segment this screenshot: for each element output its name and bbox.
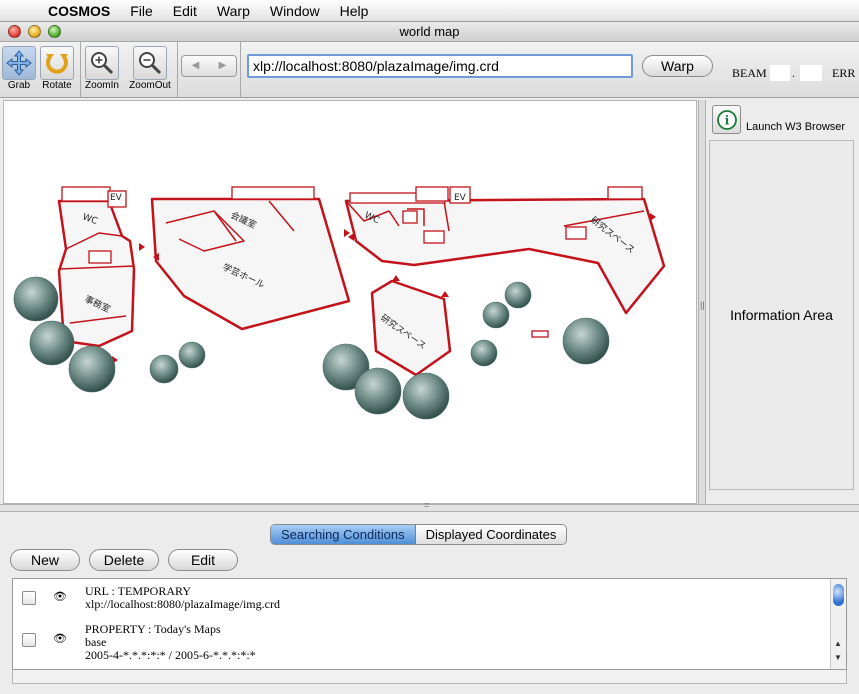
list-item[interactable]: 👁 URL : TEMPORARY xlp://localhost:8080/p… xyxy=(13,585,831,619)
list-item[interactable]: 👁 PROPERTY : Today's Maps base 2005-4-*.… xyxy=(13,621,831,665)
zoom-button[interactable] xyxy=(48,25,61,38)
launch-browser-button[interactable]: i xyxy=(712,105,741,134)
row-checkbox[interactable] xyxy=(22,591,36,605)
svg-text:i: i xyxy=(724,113,729,127)
history-nav: ◀ ▶ xyxy=(181,55,237,77)
map-label-ev1: EV xyxy=(110,193,123,203)
side-panel: i Launch W3 Browser Information Area xyxy=(707,100,857,512)
zoom-out-icon xyxy=(133,46,167,80)
row-checkbox[interactable] xyxy=(22,633,36,647)
eye-icon[interactable]: 👁 xyxy=(53,591,67,604)
information-area: Information Area xyxy=(709,140,854,490)
floor-map: EV EV WC WC 会議室 学芸ホール 研究スペース 事務室 研究スペース xyxy=(13,186,666,420)
menu-window[interactable]: Window xyxy=(260,3,330,19)
eye-icon[interactable]: 👁 xyxy=(53,633,67,646)
menu-warp[interactable]: Warp xyxy=(207,3,260,19)
menu-edit[interactable]: Edit xyxy=(163,3,207,19)
list-scrollbar[interactable]: ▲ ▼ xyxy=(830,579,846,669)
map-canvas[interactable]: EV EV WC WC 会議室 学芸ホール 研究スペース 事務室 研究スペース xyxy=(3,100,697,504)
grab-tool-button[interactable]: Grab xyxy=(2,46,36,91)
info-icon: i xyxy=(716,109,737,130)
conditions-list: 👁 URL : TEMPORARY xlp://localhost:8080/p… xyxy=(12,578,847,670)
zoom-in-icon xyxy=(85,46,119,80)
menu-bar: COSMOS File Edit Warp Window Help xyxy=(0,0,859,22)
menu-file[interactable]: File xyxy=(120,3,163,19)
menu-app-name[interactable]: COSMOS xyxy=(38,3,120,19)
forward-arrow-icon[interactable]: ▶ xyxy=(209,56,236,76)
minimize-button[interactable] xyxy=(28,25,41,38)
scroll-up-icon[interactable]: ▲ xyxy=(834,639,842,648)
row-date-range: 2005-4-*.*.*:*:* / 2005-6-*.*.*:*:* xyxy=(85,648,256,662)
toolbar: Grab Rotate ZoomIn ZoomOut ◀ ▶ xlp://loc… xyxy=(0,42,859,98)
launch-browser-label: Launch W3 Browser xyxy=(746,121,846,133)
beam-status: BEAM xyxy=(732,66,767,80)
rotate-tool-label: Rotate xyxy=(42,80,72,91)
beam-dot: . xyxy=(792,66,795,80)
rotate-icon xyxy=(40,46,74,80)
scroll-down-icon[interactable]: ▼ xyxy=(834,653,842,662)
information-area-label: Information Area xyxy=(730,307,833,323)
row-url: xlp://localhost:8080/plazaImage/img.crd xyxy=(85,597,280,611)
horizontal-splitter[interactable]: = xyxy=(0,500,859,512)
tab-searching-conditions[interactable]: Searching Conditions xyxy=(271,525,416,544)
bottom-tabs: Searching Conditions Displayed Coordinat… xyxy=(270,524,568,545)
vertical-splitter[interactable]: || xyxy=(698,100,706,512)
close-button[interactable] xyxy=(8,25,21,38)
warp-button[interactable]: Warp xyxy=(642,55,713,77)
title-bar: world map xyxy=(0,22,859,42)
delete-button[interactable]: Delete xyxy=(89,549,159,571)
zoomin-tool-button[interactable]: ZoomIn xyxy=(84,46,120,91)
zoomout-tool-label: ZoomOut xyxy=(129,80,171,91)
url-input[interactable]: xlp://localhost:8080/plazaImage/img.crd xyxy=(247,54,633,78)
window-title: world map xyxy=(399,24,460,39)
rotate-tool-button[interactable]: Rotate xyxy=(40,46,74,91)
row-property: PROPERTY : Today's Maps xyxy=(85,622,221,636)
menu-help[interactable]: Help xyxy=(330,3,379,19)
err-status: ERR xyxy=(832,66,856,80)
zoomout-tool-button[interactable]: ZoomOut xyxy=(126,46,174,91)
beam-value-box xyxy=(770,65,790,81)
map-label-ev2: EV xyxy=(454,193,467,203)
grab-tool-label: Grab xyxy=(7,80,31,91)
move-arrows-icon xyxy=(2,46,36,80)
tab-displayed-coordinates[interactable]: Displayed Coordinates xyxy=(415,525,567,544)
main-window: world map Grab Rotate ZoomIn ZoomOut ◀ ▶… xyxy=(0,22,859,694)
beam-value-box-2 xyxy=(800,65,822,81)
list-horizontal-scrollbar[interactable] xyxy=(12,670,847,684)
edit-button[interactable]: Edit xyxy=(168,549,238,571)
research-building xyxy=(370,279,452,377)
scroll-thumb[interactable] xyxy=(833,584,844,606)
new-button[interactable]: New xyxy=(10,549,80,571)
zoomin-tool-label: ZoomIn xyxy=(85,80,119,91)
back-arrow-icon[interactable]: ◀ xyxy=(182,56,209,76)
